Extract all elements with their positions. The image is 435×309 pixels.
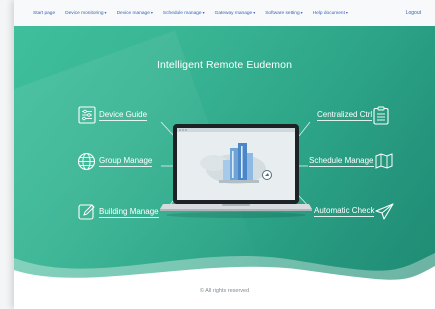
feature-label: Building Manage bbox=[99, 206, 159, 218]
feature-label: Group Manage bbox=[99, 156, 153, 167]
feature-device-guide[interactable]: Device Guide bbox=[78, 106, 148, 124]
feature-building-manage[interactable]: Building Manage bbox=[78, 203, 159, 221]
logout-link[interactable]: Logout bbox=[406, 10, 421, 16]
nav-gateway-manage[interactable]: Gateway manage▾ bbox=[215, 10, 256, 16]
caret-down-icon: ▾ bbox=[253, 10, 256, 15]
hero-wave bbox=[14, 253, 435, 288]
caret-down-icon: ▾ bbox=[150, 10, 153, 15]
clipboard-icon bbox=[373, 106, 389, 125]
caret-down-icon: ▾ bbox=[202, 10, 205, 15]
nav-device-manage[interactable]: Device manage▾ bbox=[117, 10, 153, 16]
caret-down-icon: ▾ bbox=[300, 10, 303, 15]
nav-menu: Start page Device monitoring▾ Device man… bbox=[33, 10, 358, 16]
edit-icon bbox=[78, 204, 95, 220]
caret-down-icon: ▾ bbox=[104, 10, 107, 15]
feature-automatic-check[interactable]: Automatic Check bbox=[314, 203, 395, 220]
globe-icon bbox=[77, 152, 96, 171]
page: Start page Device monitoring▾ Device man… bbox=[14, 0, 435, 309]
nav-device-monitoring[interactable]: Device monitoring▾ bbox=[65, 10, 106, 16]
feature-label: Automatic Check bbox=[314, 206, 375, 217]
send-icon bbox=[375, 203, 395, 220]
nav-schedule-manage[interactable]: Schedule manage▾ bbox=[163, 10, 205, 16]
nav-help-document[interactable]: Help document▾ bbox=[313, 10, 348, 16]
feature-schedule-manage[interactable]: Schedule Manage bbox=[309, 153, 393, 169]
nav-item-label: Device monitoring bbox=[65, 11, 104, 16]
feature-label: Centralized Ctrl bbox=[317, 110, 373, 121]
nav-item-label: Gateway manage bbox=[214, 11, 253, 16]
feature-centralized-ctrl[interactable]: Centralized Ctrl bbox=[317, 106, 389, 125]
feature-group-manage[interactable]: Group Manage bbox=[77, 152, 153, 171]
top-navbar: Start page Device monitoring▾ Device man… bbox=[14, 0, 435, 27]
feature-label: Device Guide bbox=[99, 109, 148, 121]
nav-item-label: Software setting bbox=[265, 11, 300, 16]
map-icon bbox=[375, 153, 392, 169]
laptop-illustration bbox=[160, 124, 312, 218]
hero-banner: Intelligent Remote Eudemon Device Guide bbox=[14, 26, 435, 288]
nav-item-label: Help document bbox=[312, 11, 345, 16]
footer-copyright: © All rights reserved bbox=[199, 288, 250, 294]
caret-down-icon: ▾ bbox=[345, 10, 348, 15]
sliders-icon bbox=[78, 106, 96, 124]
hero-title: Intelligent Remote Eudemon bbox=[156, 59, 293, 71]
nav-start-page[interactable]: Start page bbox=[33, 11, 55, 16]
nav-item-label: Device manage bbox=[116, 11, 150, 16]
feature-label: Schedule Manage bbox=[309, 155, 374, 167]
nav-item-label: Start page bbox=[33, 10, 56, 16]
nav-item-label: Schedule manage bbox=[162, 11, 202, 16]
nav-software-setting[interactable]: Software setting▾ bbox=[265, 10, 302, 16]
